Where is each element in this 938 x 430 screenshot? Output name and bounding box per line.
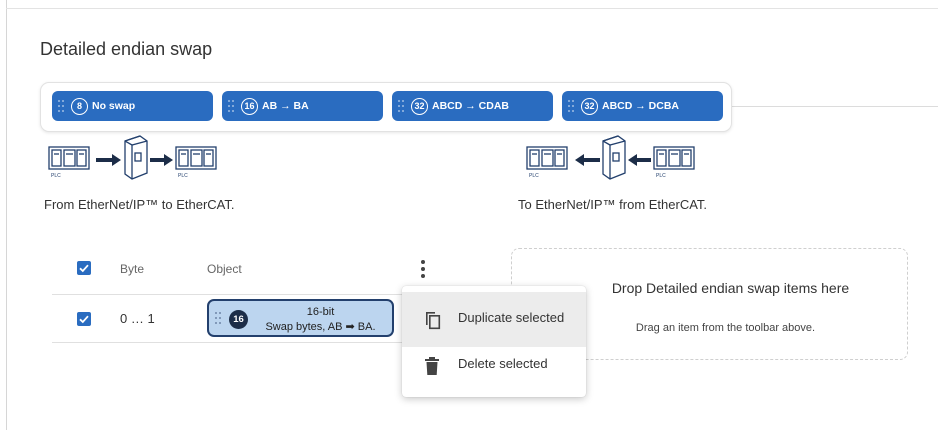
column-header-byte: Byte (120, 262, 145, 276)
svg-text:PLC: PLC (656, 173, 666, 179)
panel-top-border (6, 8, 938, 9)
select-all-checkbox[interactable] (77, 261, 91, 275)
panel-left-border (6, 0, 7, 430)
toolbar-item-label: AB → BA (262, 100, 309, 112)
check-icon (79, 264, 89, 273)
more-options-icon[interactable] (419, 259, 427, 279)
toolbar-item-abcd-cdab[interactable]: 32 ABCD → CDAB (392, 91, 553, 121)
direction-diagram-left: PLC PLC (46, 133, 226, 186)
direction-label-left: From EtherNet/IP™ to EtherCAT. (44, 197, 235, 212)
direction-diagram-right: PLC PLC (524, 133, 704, 186)
direction-label-right: To EtherNet/IP™ from EtherCAT. (518, 197, 708, 212)
row-divider (52, 342, 404, 343)
context-menu: Duplicate selected Delete selected (402, 286, 586, 397)
drag-handle-icon[interactable] (398, 99, 406, 113)
byte-range-cell: 0 … 1 (120, 311, 155, 326)
check-icon (79, 315, 89, 324)
drag-handle-icon[interactable] (568, 99, 576, 113)
svg-text:PLC: PLC (529, 173, 539, 179)
toolbar-item-abcd-dcba[interactable]: 32 ABCD → DCBA (562, 91, 723, 121)
size-badge: 16 (229, 310, 248, 329)
svg-text:PLC: PLC (178, 173, 188, 179)
toolbar-item-no-swap[interactable]: 8 No swap (52, 91, 213, 121)
drag-handle-icon[interactable] (215, 311, 223, 325)
toolbar-item-label: ABCD → DCBA (602, 100, 679, 112)
column-header-object: Object (207, 262, 242, 276)
toolbar-item-ab-ba[interactable]: 16 AB → BA (222, 91, 383, 121)
toolbar-item-label: No swap (92, 100, 136, 112)
menu-item-label: Delete selected (458, 356, 548, 371)
plc-gateway-flow-icon: PLC PLC (48, 135, 217, 180)
row-checkbox[interactable] (77, 312, 91, 326)
swap-toolbar: 8 No swap 16 AB → BA 32 ABCD → CDAB 32 A… (40, 82, 732, 132)
size-badge: 8 (71, 97, 88, 115)
row-divider (52, 294, 422, 295)
size-badge: 32 (581, 97, 598, 115)
object-description: Swap bytes, AB ➡ BA. (265, 321, 376, 333)
toolbar-item-label: ABCD → CDAB (432, 100, 509, 112)
section-title: Detailed endian swap (40, 39, 213, 59)
plc-gateway-flow-icon: PLC PLC (526, 135, 695, 180)
trash-icon (425, 357, 439, 375)
menu-item-delete-selected[interactable]: Delete selected (402, 338, 586, 393)
drag-handle-icon[interactable] (58, 99, 66, 113)
svg-text:PLC: PLC (51, 173, 61, 179)
drag-handle-icon[interactable] (228, 99, 236, 113)
object-title: 16-bit (306, 306, 335, 318)
menu-item-label: Duplicate selected (458, 310, 565, 325)
copy-icon (426, 312, 441, 330)
object-chip[interactable]: 16 16-bit Swap bytes, AB ➡ BA. (207, 299, 394, 337)
size-badge: 16 (241, 97, 258, 115)
size-badge: 32 (411, 97, 428, 115)
